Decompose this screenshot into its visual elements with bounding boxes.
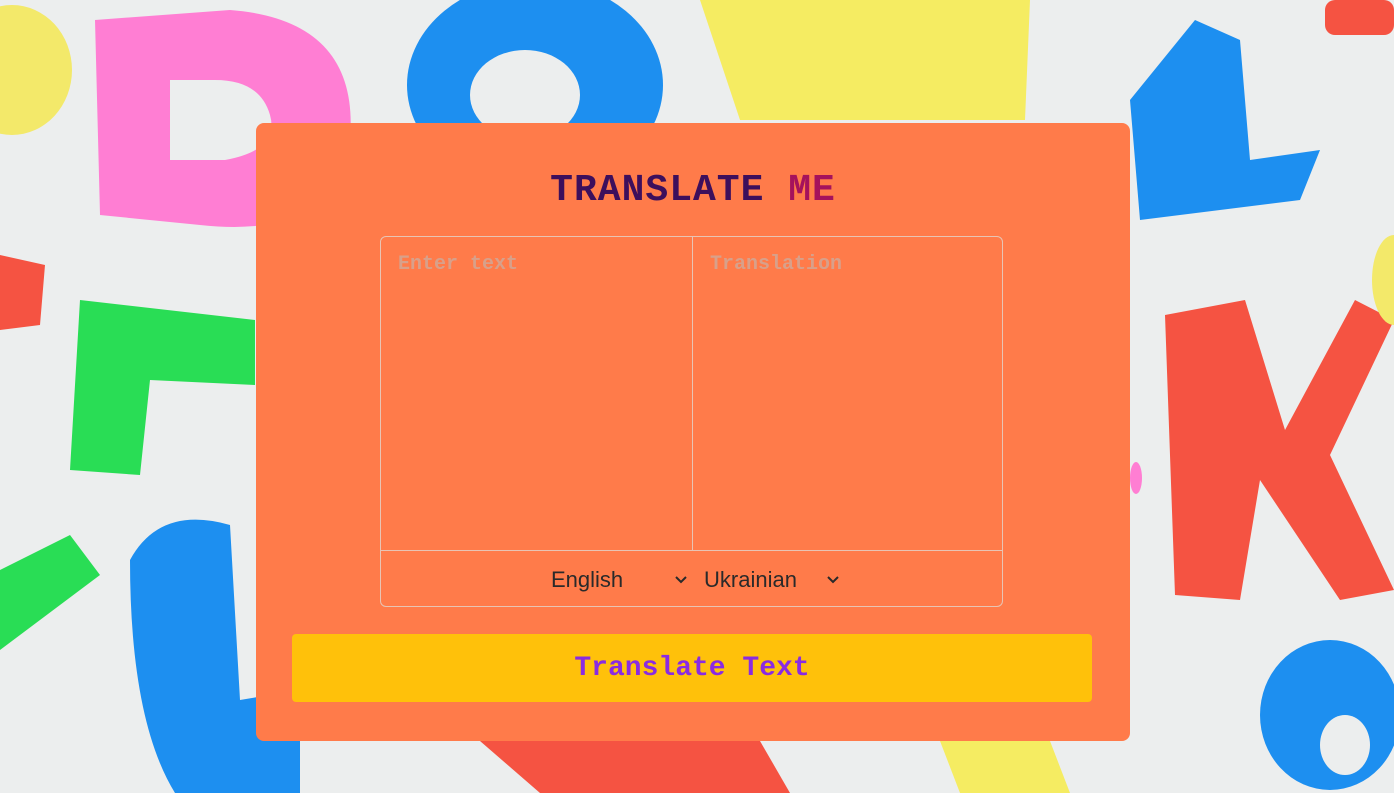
source-text-input[interactable] — [381, 237, 693, 550]
translation-panel: English Ukrainian — [380, 236, 1003, 607]
title-word-me: ME — [788, 169, 836, 212]
target-language-select[interactable]: Ukrainian — [704, 565, 844, 595]
chevron-down-icon — [675, 576, 687, 584]
chevron-down-icon — [827, 576, 839, 584]
translator-card: TRANSLATE ME English Ukrainian Translate… — [256, 123, 1130, 741]
target-language-value: Ukrainian — [704, 567, 797, 592]
translate-button[interactable]: Translate Text — [292, 634, 1092, 702]
page-title: TRANSLATE ME — [256, 171, 1130, 211]
source-language-value: English — [551, 567, 624, 592]
translation-output[interactable] — [693, 237, 1003, 550]
title-word-translate: TRANSLATE — [550, 169, 765, 212]
source-language-select[interactable]: English — [551, 565, 691, 595]
language-controls: English Ukrainian — [381, 550, 1002, 607]
